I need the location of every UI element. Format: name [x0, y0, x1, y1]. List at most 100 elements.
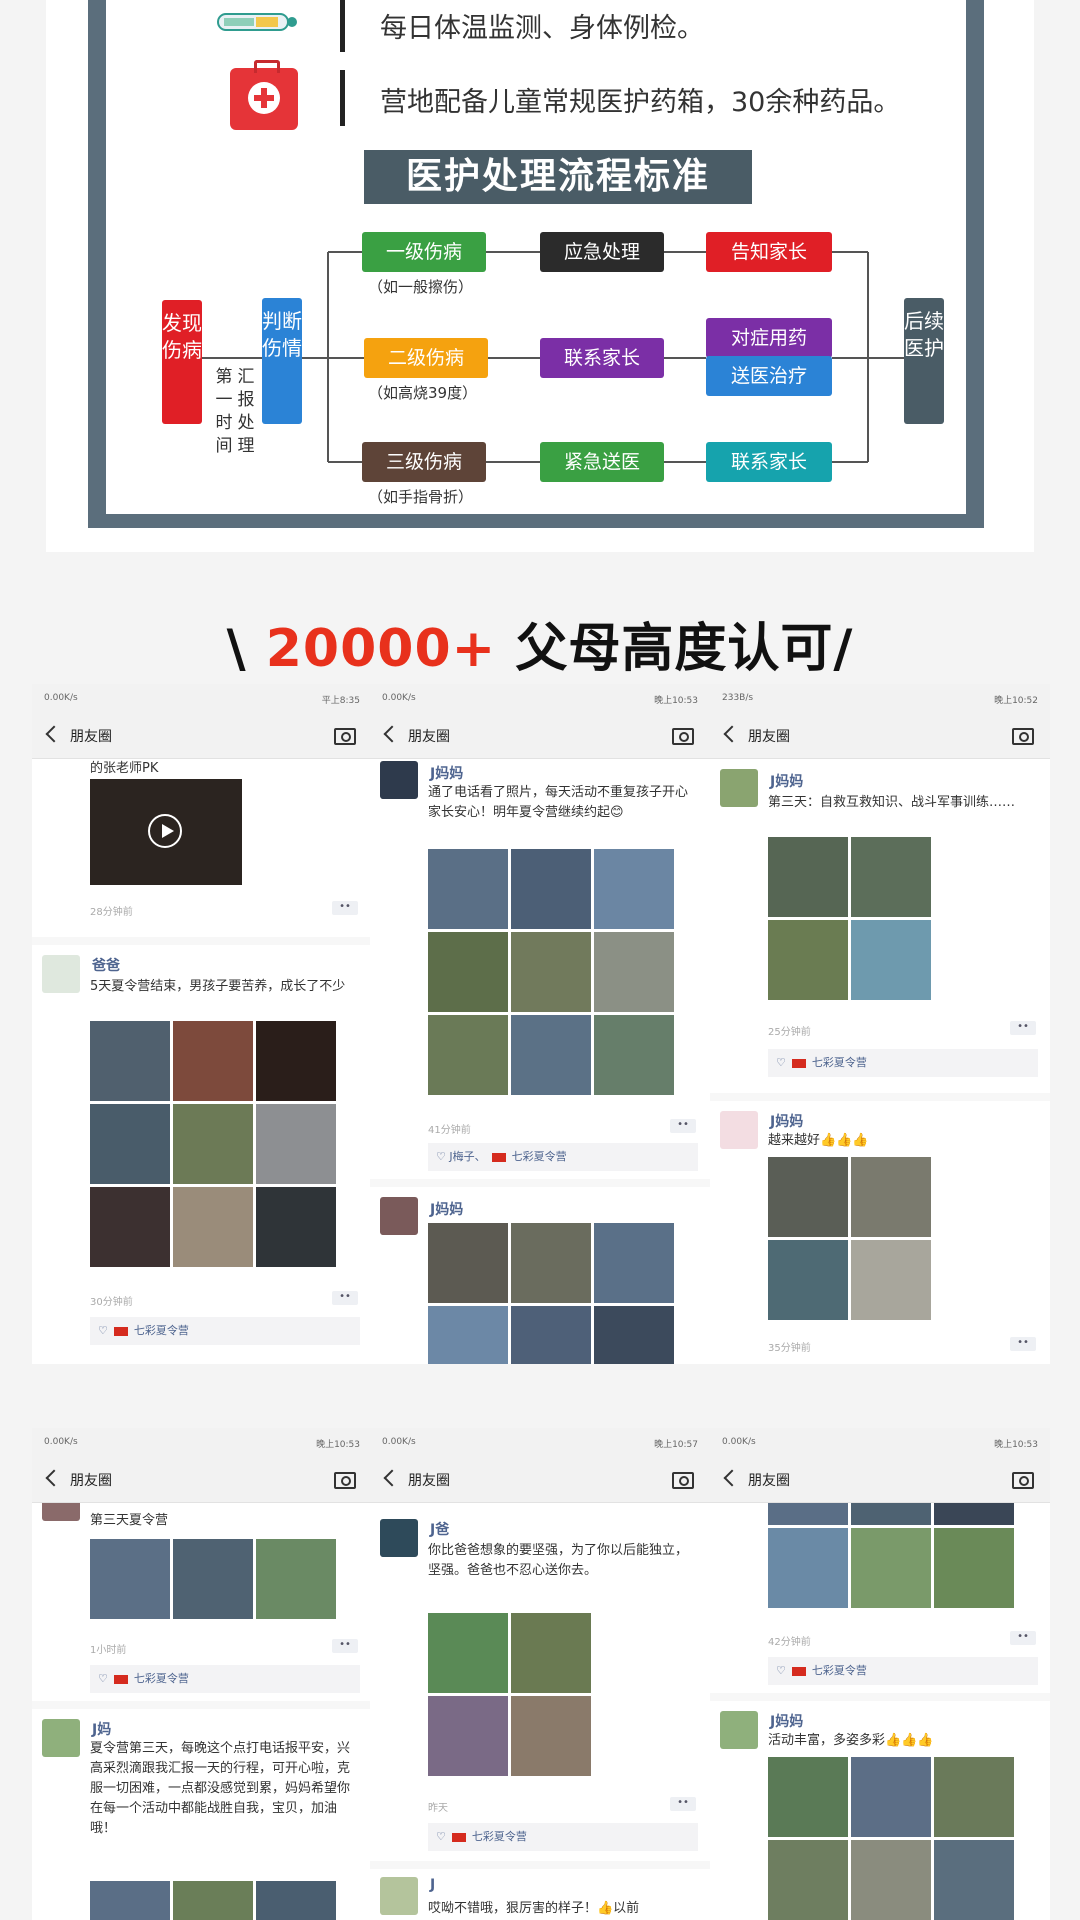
- back-icon[interactable]: [723, 1469, 741, 1487]
- photo[interactable]: [934, 1757, 1014, 1837]
- camera-icon[interactable]: [1012, 728, 1034, 745]
- poster-name[interactable]: J: [430, 1877, 435, 1893]
- photo[interactable]: [256, 1881, 336, 1920]
- avatar[interactable]: [720, 1111, 758, 1149]
- photo[interactable]: [90, 1021, 170, 1101]
- more-icon[interactable]: ••: [332, 901, 358, 915]
- avatar[interactable]: [42, 1719, 80, 1757]
- photo[interactable]: [511, 1223, 591, 1303]
- photo[interactable]: [768, 1757, 848, 1837]
- poster-name[interactable]: J妈: [92, 1719, 111, 1739]
- camera-icon[interactable]: [672, 1472, 694, 1489]
- photo[interactable]: [851, 1840, 931, 1920]
- liker-name[interactable]: 七彩夏令营: [134, 1672, 189, 1685]
- more-icon[interactable]: ••: [332, 1291, 358, 1305]
- poster-name[interactable]: J妈妈: [430, 1199, 463, 1219]
- photo[interactable]: [768, 1157, 848, 1237]
- photo[interactable]: [594, 1223, 674, 1303]
- avatar[interactable]: [720, 769, 758, 807]
- photo[interactable]: [90, 1539, 170, 1619]
- photo[interactable]: [428, 1696, 508, 1776]
- avatar[interactable]: [380, 1519, 418, 1557]
- avatar[interactable]: [720, 1711, 758, 1749]
- poster-name[interactable]: J妈妈: [770, 771, 803, 791]
- photo[interactable]: [428, 1306, 508, 1364]
- photo[interactable]: [428, 1223, 508, 1303]
- photo[interactable]: [768, 837, 848, 917]
- photo[interactable]: [934, 1503, 1014, 1525]
- poster-name[interactable]: J妈妈: [430, 763, 463, 783]
- photo[interactable]: [428, 1613, 508, 1693]
- photo[interactable]: [428, 849, 508, 929]
- photo[interactable]: [511, 1613, 591, 1693]
- photo[interactable]: [428, 1015, 508, 1095]
- photo[interactable]: [511, 932, 591, 1012]
- more-icon[interactable]: ••: [332, 1639, 358, 1653]
- photo[interactable]: [768, 1503, 848, 1525]
- back-icon[interactable]: [45, 1469, 63, 1487]
- photo[interactable]: [594, 1306, 674, 1364]
- back-icon[interactable]: [723, 725, 741, 743]
- photo[interactable]: [851, 1157, 931, 1237]
- photo[interactable]: [173, 1881, 253, 1920]
- photo[interactable]: [173, 1187, 253, 1267]
- photo[interactable]: [511, 1696, 591, 1776]
- photo[interactable]: [851, 1528, 931, 1608]
- liker-name[interactable]: 七彩夏令营: [512, 1150, 567, 1163]
- photo[interactable]: [594, 849, 674, 929]
- photo[interactable]: [256, 1104, 336, 1184]
- camera-icon[interactable]: [334, 1472, 356, 1489]
- more-icon[interactable]: ••: [1010, 1337, 1036, 1351]
- photo[interactable]: [511, 849, 591, 929]
- back-icon[interactable]: [383, 725, 401, 743]
- liker-name[interactable]: J梅子、: [449, 1150, 485, 1163]
- liker-name[interactable]: 七彩夏令营: [812, 1664, 867, 1677]
- more-icon[interactable]: ••: [1010, 1021, 1036, 1035]
- photo[interactable]: [851, 1757, 931, 1837]
- photo[interactable]: [173, 1539, 253, 1619]
- photo[interactable]: [256, 1539, 336, 1619]
- photo[interactable]: [256, 1021, 336, 1101]
- photo[interactable]: [851, 1240, 931, 1320]
- back-icon[interactable]: [45, 725, 63, 743]
- camera-icon[interactable]: [672, 728, 694, 745]
- photo[interactable]: [173, 1104, 253, 1184]
- liker-name[interactable]: 七彩夏令营: [472, 1830, 527, 1843]
- photo[interactable]: [428, 932, 508, 1012]
- poster-name[interactable]: J爸: [430, 1519, 449, 1539]
- photo[interactable]: [511, 1015, 591, 1095]
- photo[interactable]: [934, 1528, 1014, 1608]
- avatar[interactable]: [380, 761, 418, 799]
- avatar[interactable]: [42, 955, 80, 993]
- photo[interactable]: [768, 1240, 848, 1320]
- photo[interactable]: [511, 1306, 591, 1364]
- photo[interactable]: [768, 1528, 848, 1608]
- photo[interactable]: [768, 920, 848, 1000]
- liker-name[interactable]: 七彩夏令营: [812, 1056, 867, 1069]
- photo[interactable]: [768, 1840, 848, 1920]
- photo[interactable]: [90, 1104, 170, 1184]
- photo[interactable]: [934, 1840, 1014, 1920]
- photo[interactable]: [851, 837, 931, 917]
- photo[interactable]: [256, 1187, 336, 1267]
- play-icon[interactable]: [148, 814, 182, 848]
- video-thumbnail[interactable]: [90, 779, 242, 885]
- photo[interactable]: [173, 1021, 253, 1101]
- photo[interactable]: [851, 1503, 931, 1525]
- more-icon[interactable]: ••: [1010, 1631, 1036, 1645]
- photo[interactable]: [90, 1187, 170, 1267]
- more-icon[interactable]: ••: [670, 1119, 696, 1133]
- photo[interactable]: [594, 1015, 674, 1095]
- more-icon[interactable]: ••: [670, 1797, 696, 1811]
- liker-name[interactable]: 七彩夏令营: [134, 1324, 189, 1337]
- photo[interactable]: [594, 932, 674, 1012]
- photo[interactable]: [90, 1881, 170, 1920]
- poster-name[interactable]: J妈妈: [770, 1711, 803, 1731]
- avatar[interactable]: [380, 1877, 418, 1915]
- photo[interactable]: [851, 920, 931, 1000]
- poster-name[interactable]: 爸爸: [92, 955, 120, 975]
- poster-name[interactable]: J妈妈: [770, 1111, 803, 1131]
- back-icon[interactable]: [383, 1469, 401, 1487]
- camera-icon[interactable]: [1012, 1472, 1034, 1489]
- avatar[interactable]: [380, 1197, 418, 1235]
